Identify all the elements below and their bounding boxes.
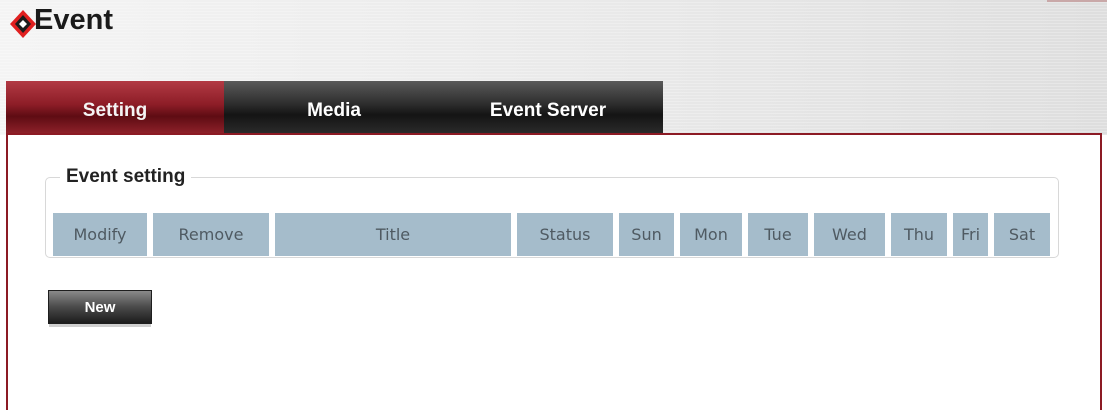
column-header-sat: Sat — [994, 213, 1050, 256]
column-header-remove: Remove — [153, 213, 269, 256]
event-table-header: Modify Remove Title Status Sun Mon Tue W… — [53, 213, 1059, 256]
tab-media-label: Media — [307, 100, 361, 121]
tab-setting[interactable]: Setting — [6, 81, 224, 133]
tab-setting-label: Setting — [82, 100, 148, 121]
page-title: Event — [34, 4, 113, 36]
new-event-button[interactable]: New — [48, 290, 152, 327]
column-header-sun: Sun — [619, 213, 674, 256]
header-accent-line — [1047, 0, 1107, 2]
settings-panel: Event setting Modify Remove Title Status… — [6, 133, 1102, 410]
column-header-fri: Fri — [953, 213, 988, 256]
event-setting-legend: Event setting — [66, 166, 186, 187]
tab-bar: Setting Media Event Server — [6, 81, 663, 133]
column-header-wed: Wed — [814, 213, 885, 256]
column-header-status: Status — [517, 213, 613, 256]
tab-event-server[interactable]: Event Server — [458, 81, 638, 133]
tab-media[interactable]: Media — [224, 81, 444, 133]
column-header-modify: Modify — [53, 213, 147, 256]
column-header-thu: Thu — [891, 213, 947, 256]
column-header-mon: Mon — [680, 213, 742, 256]
event-setting-group: Event setting Modify Remove Title Status… — [45, 166, 1059, 258]
column-header-title: Title — [275, 213, 511, 256]
tab-event-server-label: Event Server — [489, 100, 607, 121]
column-header-tue: Tue — [748, 213, 808, 256]
